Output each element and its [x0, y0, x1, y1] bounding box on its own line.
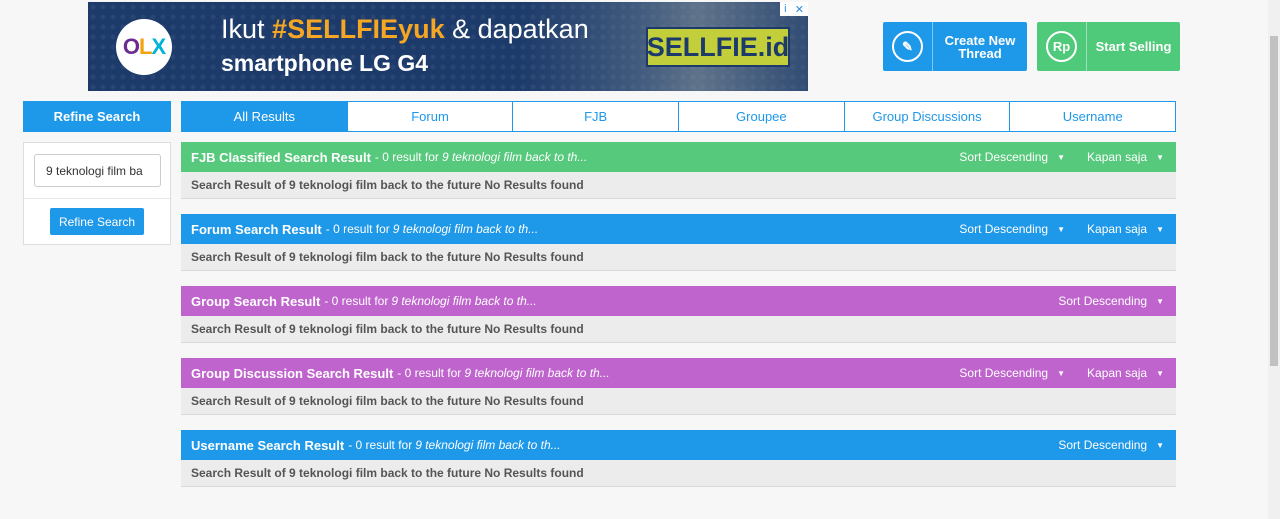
ad-headline: Ikut #SELLFIEyuk & dapatkan	[221, 14, 589, 45]
scrollbar-thumb[interactable]	[1270, 36, 1278, 366]
sort-label: Sort Descending	[959, 222, 1049, 236]
sort-label: Sort Descending	[959, 366, 1049, 380]
panel-divider	[24, 198, 170, 199]
ad-close-icon[interactable]: ✕	[795, 3, 804, 16]
caret-down-icon: ▼	[1156, 296, 1164, 306]
olx-logo: OLX	[116, 19, 172, 75]
sort-dropdown[interactable]: Sort Descending ▼	[959, 366, 1065, 380]
username-result-section: Username Search Result - 0 result for 9 …	[181, 430, 1176, 487]
sort-label: Sort Descending	[959, 150, 1049, 164]
time-label: Kapan saja	[1087, 222, 1148, 236]
section-body: Search Result of 9 teknologi film back t…	[181, 172, 1176, 199]
tab-groupee[interactable]: Groupee	[679, 102, 845, 131]
start-selling-button[interactable]: Rp Start Selling	[1037, 22, 1180, 71]
sort-label: Sort Descending	[1058, 438, 1148, 452]
section-title: Username Search Result	[191, 437, 345, 453]
result-count: - 0 result for	[374, 150, 439, 164]
result-count: - 0 result for	[397, 366, 462, 380]
create-new-thread-label: Create New Thread	[944, 32, 1016, 61]
section-body: Search Result of 9 teknologi film back t…	[181, 316, 1176, 343]
sort-dropdown[interactable]: Sort Descending ▼	[1058, 294, 1164, 308]
caret-down-icon: ▼	[1057, 368, 1066, 378]
caret-down-icon: ▼	[1057, 224, 1066, 234]
time-dropdown[interactable]: Kapan saja ▼	[1087, 366, 1164, 380]
sort-label: Sort Descending	[1058, 294, 1148, 308]
fjb-result-section: FJB Classified Search Result - 0 result …	[181, 142, 1176, 199]
section-body: Search Result of 9 teknologi film back t…	[181, 388, 1176, 415]
group-result-section: Group Search Result - 0 result for 9 tek…	[181, 286, 1176, 343]
sort-dropdown[interactable]: Sort Descending ▼	[1058, 438, 1164, 452]
time-label: Kapan saja	[1087, 366, 1148, 380]
adchoices[interactable]: i ✕	[780, 2, 808, 16]
caret-down-icon: ▼	[1057, 152, 1066, 162]
ad-subline: smartphone LG G4	[221, 50, 429, 76]
section-header: FJB Classified Search Result - 0 result …	[181, 142, 1176, 172]
pencil-icon: ✎	[892, 31, 923, 62]
section-title: Group Discussion Search Result	[191, 365, 394, 381]
section-title: FJB Classified Search Result	[191, 149, 371, 165]
time-dropdown[interactable]: Kapan saja ▼	[1087, 150, 1164, 164]
caret-down-icon: ▼	[1156, 440, 1164, 450]
sort-dropdown[interactable]: Sort Descending ▼	[959, 150, 1065, 164]
time-label: Kapan saja	[1087, 150, 1148, 164]
ad-hashtag: #SELLFIEyuk	[272, 14, 445, 44]
section-body: Search Result of 9 teknologi film back t…	[181, 244, 1176, 271]
query-text: 9 teknologi film back to th...	[441, 150, 588, 164]
result-count: - 0 result for	[348, 438, 413, 452]
tab-forum[interactable]: Forum	[348, 102, 514, 131]
section-header: Group Discussion Search Result - 0 resul…	[181, 358, 1176, 388]
tab-fjb[interactable]: FJB	[513, 102, 680, 131]
ad-text-prefix: Ikut	[221, 14, 265, 44]
section-title: Group Search Result	[191, 293, 321, 309]
logo-letter-l: L	[138, 34, 152, 59]
banner-ad[interactable]: OLX Ikut #SELLFIEyuk & dapatkan smartpho…	[88, 2, 808, 91]
page-scrollbar[interactable]	[1268, 0, 1280, 519]
ad-info-icon[interactable]: i	[784, 3, 786, 15]
section-title: Forum Search Result	[191, 221, 322, 237]
result-tabs: All Results Forum FJB Groupee Group Disc…	[181, 101, 1176, 132]
start-selling-label: Start Selling	[1095, 39, 1172, 54]
caret-down-icon: ▼	[1156, 224, 1164, 234]
rupiah-icon: Rp	[1046, 31, 1077, 62]
section-header: Group Search Result - 0 result for 9 tek…	[181, 286, 1176, 316]
caret-down-icon: ▼	[1156, 368, 1164, 378]
section-header: Username Search Result - 0 result for 9 …	[181, 430, 1176, 460]
tab-username[interactable]: Username	[1010, 102, 1175, 131]
search-input[interactable]	[34, 154, 161, 187]
logo-letter-o: O	[122, 34, 140, 59]
result-count: - 0 result for	[325, 222, 390, 236]
sort-dropdown[interactable]: Sort Descending ▼	[959, 222, 1065, 236]
ad-badge: SELLFIE.id	[646, 27, 790, 67]
tab-group-discussions[interactable]: Group Discussions	[845, 102, 1011, 131]
ad-text-suffix: & dapatkan	[452, 14, 589, 44]
result-count: - 0 result for	[324, 294, 389, 308]
pencil-icon-wrap: ✎	[883, 22, 933, 71]
rupiah-icon-wrap: Rp	[1037, 22, 1087, 71]
refine-search-header: Refine Search	[23, 101, 171, 132]
caret-down-icon: ▼	[1156, 152, 1164, 162]
forum-result-section: Forum Search Result - 0 result for 9 tek…	[181, 214, 1176, 271]
refine-search-panel: Refine Search	[23, 142, 171, 245]
query-text: 9 teknologi film back to th...	[464, 366, 610, 380]
tab-all-results[interactable]: All Results	[182, 102, 348, 131]
logo-letter-x: X	[151, 34, 166, 59]
time-dropdown[interactable]: Kapan saja ▼	[1087, 222, 1164, 236]
query-text: 9 teknologi film back to th...	[391, 294, 537, 308]
section-header: Forum Search Result - 0 result for 9 tek…	[181, 214, 1176, 244]
section-body: Search Result of 9 teknologi film back t…	[181, 460, 1176, 487]
query-text: 9 teknologi film back to th...	[415, 438, 561, 452]
refine-search-button[interactable]: Refine Search	[50, 208, 144, 235]
create-new-thread-button[interactable]: ✎ Create New Thread	[883, 22, 1027, 71]
query-text: 9 teknologi film back to th...	[392, 222, 539, 236]
group-discussion-result-section: Group Discussion Search Result - 0 resul…	[181, 358, 1176, 415]
